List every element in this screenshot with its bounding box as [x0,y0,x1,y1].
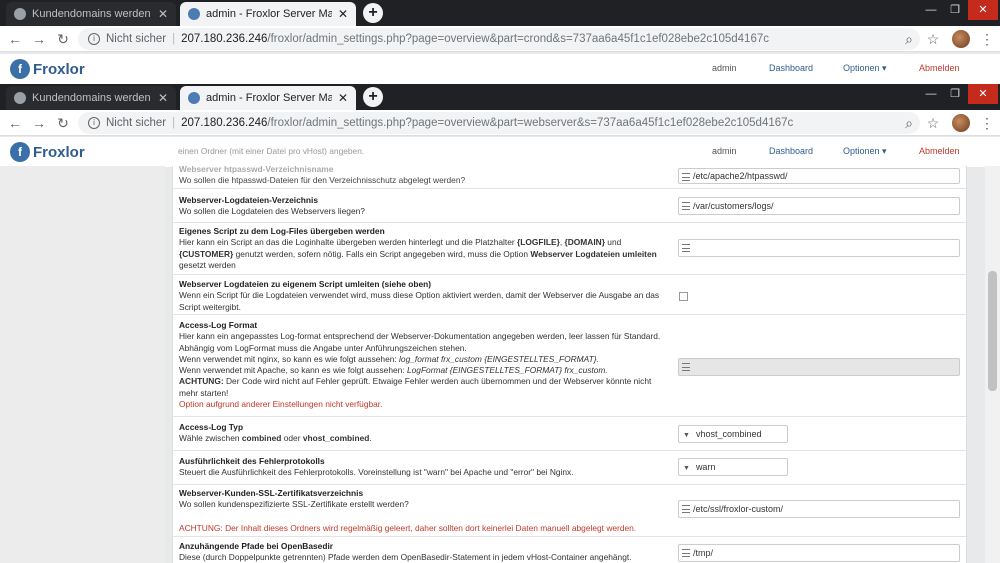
window-close-button[interactable]: ✕ [968,0,998,20]
log-script-input[interactable] [678,239,960,257]
avatar[interactable] [952,30,970,48]
error-log-level-select[interactable]: ▼ warn [678,458,788,476]
logout-link[interactable]: Abmelden [919,146,960,156]
froxlor-header-2: f Froxlor admin Dashboard Optionen ▾ Abm… [0,137,1000,167]
setting-error-log-level: Ausführlichkeit des Fehlerprotokolls Ste… [173,450,968,484]
edit-icon [682,244,690,252]
froxlor-logo[interactable]: f Froxlor [10,142,85,162]
setting-log-dir: Webserver-Logdateien-Verzeichnis Wo soll… [173,188,968,222]
reload-icon[interactable]: ↻ [54,30,72,48]
maximize-button[interactable]: ❐ [944,84,966,104]
url-input[interactable]: i Nicht sicher | 207.180.236.246/froxlor… [78,28,920,50]
address-bar-row: ← → ↻ i Nicht sicher | 207.180.236.246/f… [0,26,1000,52]
froxlor-favicon-icon [188,92,200,104]
zoom-icon[interactable]: ⌕ [900,30,918,48]
window-close-button[interactable]: ✕ [968,84,998,104]
settings-panel: Webserver-Logdateien-Verzeichnis Wo soll… [172,166,968,563]
globe-icon [14,8,26,20]
tab-froxlor[interactable]: admin - Froxlor Server Managem ✕ [180,86,356,110]
reload-icon[interactable]: ↻ [54,114,72,132]
tab-strip-2: Kundendomains werden nicht au ✕ admin - … [0,84,1000,110]
tab-froxlor[interactable]: admin - Froxlor Server Managem ✕ [180,2,356,26]
tab-kundendomains[interactable]: Kundendomains werden nicht au ✕ [6,2,176,26]
address-bar-row-2: ← → ↻ i Nicht sicher | 207.180.236.246/f… [0,110,1000,136]
info-icon[interactable]: i [88,117,100,129]
edit-icon [682,363,690,371]
close-icon[interactable]: ✕ [338,91,348,105]
log-dir-input[interactable]: /var/customers/logs/ [678,197,960,215]
edit-icon [682,549,690,557]
setting-access-log-type: Access-Log Typ Wähle zwischen combined o… [173,416,968,450]
froxlor-logo-icon: f [10,59,30,79]
bookmark-star-icon[interactable]: ☆ [924,114,942,132]
edit-icon [682,505,690,513]
sidebar [0,166,165,563]
user-link[interactable]: admin [712,63,737,73]
openbasedir-input[interactable]: /tmp/ [678,544,960,562]
ssl-cert-dir-input[interactable]: /etc/ssl/froxlor-custom/ [678,500,960,518]
access-log-format-input[interactable] [678,358,960,376]
log-redirect-checkbox[interactable] [679,292,688,301]
setting-access-log-format: Access-Log Format Hier kann ein angepass… [173,314,968,416]
options-menu[interactable]: Optionen ▾ [843,63,887,74]
settings-content: Webserver-Logdateien-Verzeichnis Wo soll… [0,166,1000,563]
close-icon[interactable]: ✕ [158,7,168,21]
setting-htpasswd-dir: Webserver htpasswd-Verzeichnisname Wo so… [173,166,968,188]
tab-strip: Kundendomains werden nicht au ✕ admin - … [0,0,1000,26]
maximize-button[interactable]: ❐ [944,0,966,20]
chevron-down-icon: ▼ [683,465,690,472]
forward-icon[interactable]: → [30,114,48,132]
froxlor-logo-icon: f [10,142,30,162]
minimize-button[interactable]: — [920,84,942,104]
close-icon[interactable]: ✕ [338,7,348,21]
globe-icon [14,92,26,104]
url-input[interactable]: i Nicht sicher | 207.180.236.246/froxlor… [78,112,920,134]
froxlor-favicon-icon [188,8,200,20]
logout-link[interactable]: Abmelden [919,63,960,73]
froxlor-header: f Froxlor admin Dashboard Optionen ▾ Abm… [0,54,1000,84]
scrollbar-thumb[interactable] [988,271,997,391]
options-menu[interactable]: Optionen ▾ [843,146,887,157]
bookmark-star-icon[interactable]: ☆ [924,30,942,48]
info-icon[interactable]: i [88,33,100,45]
close-icon[interactable]: ✕ [158,91,168,105]
user-link[interactable]: admin [712,146,737,156]
dashboard-link[interactable]: Dashboard [769,63,813,73]
scrollbar[interactable] [985,166,1000,563]
avatar[interactable] [952,114,970,132]
menu-kebab-icon[interactable]: ⋮ [978,114,996,132]
ghost-text: einen Ordner (mit einer Datei pro vHost)… [178,146,365,156]
zoom-icon[interactable]: ⌕ [900,114,918,132]
access-log-type-select[interactable]: ▼ vhost_combined [678,425,788,443]
edit-icon [682,202,690,210]
setting-openbasedir: Anzuhängende Pfade bei OpenBasedir Diese… [173,536,968,563]
back-icon[interactable]: ← [6,114,24,132]
menu-kebab-icon[interactable]: ⋮ [978,30,996,48]
chevron-down-icon: ▼ [683,432,690,439]
tab-kundendomains[interactable]: Kundendomains werden nicht au ✕ [6,86,176,110]
dashboard-link[interactable]: Dashboard [769,146,813,156]
setting-log-script: Eigenes Script zu dem Log-Files übergebe… [173,222,968,274]
setting-log-redirect: Webserver Logdateien zu eigenem Script u… [173,274,968,314]
minimize-button[interactable]: — [920,0,942,20]
edit-icon [682,173,690,181]
new-tab-button[interactable]: + [363,87,383,107]
froxlor-logo[interactable]: f Froxlor [10,59,85,79]
new-tab-button[interactable]: + [363,3,383,23]
forward-icon[interactable]: → [30,30,48,48]
back-icon[interactable]: ← [6,30,24,48]
setting-ssl-cert-dir: Webserver-Kunden-SSL-Zertifikatsverzeich… [173,484,968,536]
htpasswd-dir-input[interactable]: /etc/apache2/htpasswd/ [678,168,960,184]
